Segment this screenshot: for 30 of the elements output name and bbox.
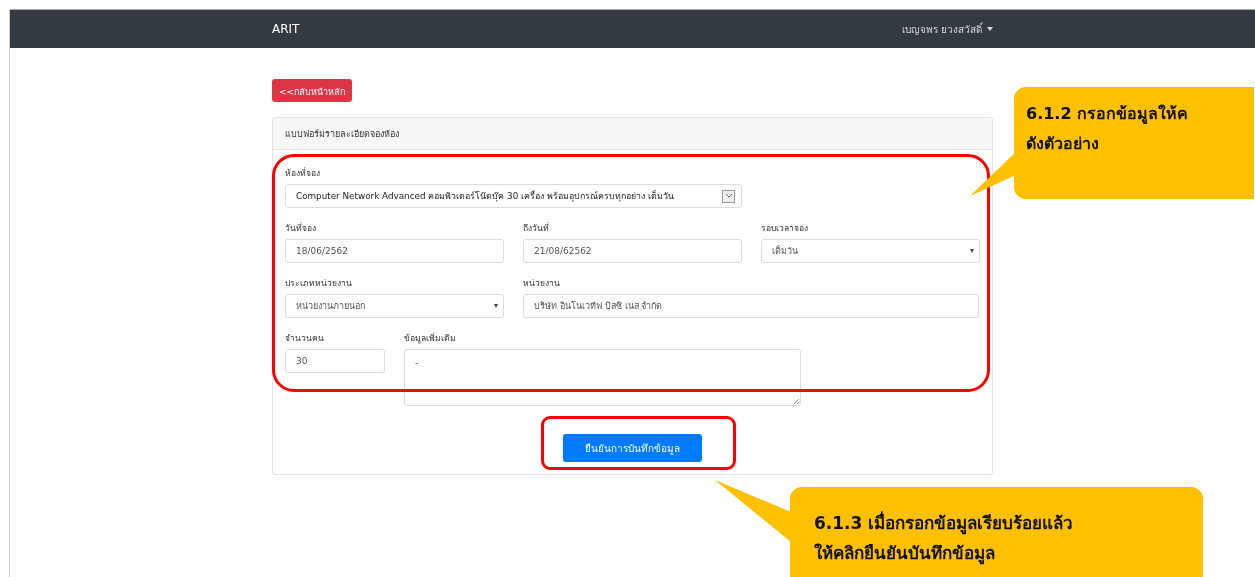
input-field[interactable]: บริษัท อินโนเวทีฟ บิสซิ เนส จำกัด: [523, 294, 979, 318]
user-menu[interactable]: เบญจพร ยวงสวัสดิ์: [901, 21, 993, 37]
field-label: รอบเวลาจอง: [761, 222, 809, 232]
input-field[interactable]: 30: [285, 349, 385, 373]
room-select[interactable]: Computer Network Advanced คอมพิวเตอร์โน๊ตบุ๊ค 30 เครื่อง พร้อมอุปกรณ์ครบทุกอย่าง เต็มวัน: [285, 184, 742, 208]
submit-button[interactable]: ยืนยันการบันทึกข้อมูล: [563, 434, 702, 462]
callout-text: 6.1.2 กรอกข้อมูลให้ค: [1026, 103, 1190, 126]
field-label: ประเภทหน่วยงาน: [285, 277, 353, 287]
caret-icon: [494, 304, 498, 308]
card-title: แบบฟอร์มรายละเอียดจองห้อง: [285, 127, 399, 141]
input-field[interactable]: 21/08/62562: [523, 239, 742, 263]
field-label: หน่วยงาน: [523, 277, 561, 287]
field-label: ห้องที่จอง: [285, 166, 321, 177]
text-area[interactable]: -: [404, 349, 801, 406]
field-label: ถึงวันที่: [523, 221, 550, 232]
dropdown-icon: [722, 189, 735, 203]
callout-text: ให้คลิกยืนยันบันทึกข้อมูล: [814, 541, 996, 567]
brand-link[interactable]: ARIT: [272, 22, 300, 36]
caret-icon: [970, 249, 974, 253]
field-label: วันที่จอง: [285, 221, 317, 232]
field-label: ข้อมูลเพิ่มเติม: [404, 331, 457, 342]
input-field[interactable]: 18/06/2562: [285, 239, 504, 263]
select-field[interactable]: เต็มวัน: [761, 239, 980, 263]
resize-grip-icon: [794, 399, 799, 404]
back-button[interactable]: <<กลับหน้าหลัก: [272, 79, 353, 102]
field-label: จำนวนคน: [285, 332, 325, 342]
select-field[interactable]: หน่วยงานภายนอก: [285, 294, 504, 318]
caret-icon: [987, 27, 993, 31]
callout-text: 6.1.3 เมื่อกรอกข้อมูลเรียบร้อยแล้ว: [814, 510, 1075, 537]
callout-text: ดังตัวอย่าง: [1026, 132, 1100, 155]
